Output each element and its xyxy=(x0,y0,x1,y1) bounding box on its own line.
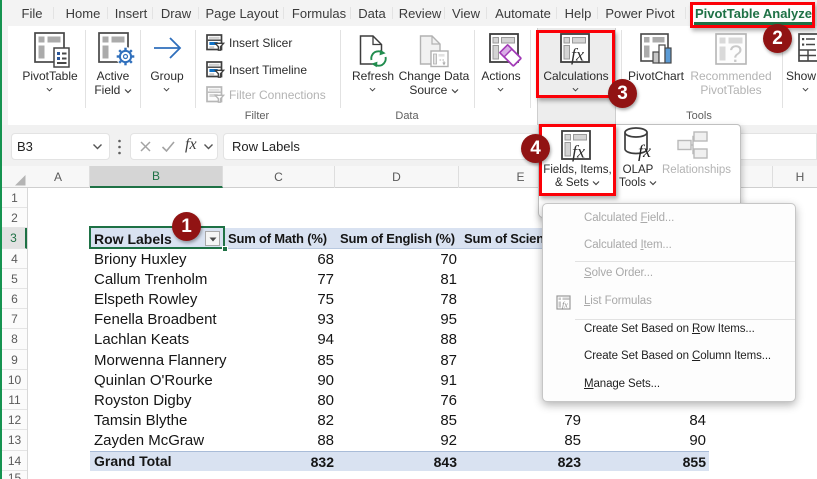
svg-text:fx: fx xyxy=(638,141,651,161)
svg-text:fx: fx xyxy=(562,301,568,310)
svg-text:?: ? xyxy=(729,41,742,67)
